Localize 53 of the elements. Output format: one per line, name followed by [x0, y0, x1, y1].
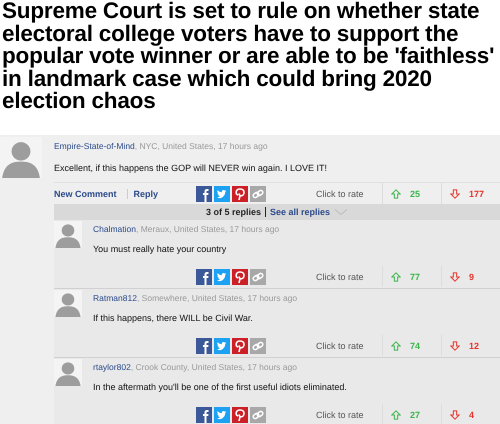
facebook-icon[interactable]: [196, 406, 212, 422]
comment-meta: , Meraux, United States, 17 hours ago: [136, 224, 280, 234]
pinterest-icon[interactable]: [232, 338, 248, 354]
comment-meta: , NYC, United States, 17 hours ago: [134, 141, 268, 151]
downvote-count: 177: [469, 188, 484, 198]
comment-text: Excellent, if this happens the GOP will NEVER win again. I LOVE IT!: [54, 163, 328, 173]
thumbs-up-arrow-icon[interactable]: [391, 340, 401, 350]
thumbs-down-arrow-icon[interactable]: [450, 188, 460, 198]
facebook-icon[interactable]: [196, 338, 212, 354]
comment-meta: , Crook County, United States, 17 hours ago: [130, 362, 297, 372]
see-all-replies-link[interactable]: See all replies: [270, 207, 330, 217]
thumbs-up-arrow-icon[interactable]: [391, 188, 401, 198]
upvote-count: 74: [410, 340, 420, 350]
facebook-icon[interactable]: [196, 268, 212, 284]
author-link[interactable]: Chalmation: [93, 224, 136, 234]
reply-text: If this happens, there WILL be Civil War.: [93, 313, 254, 323]
reply-count: 3 of 5 replies: [206, 207, 261, 217]
link-icon[interactable]: [250, 338, 266, 354]
link-icon[interactable]: [250, 268, 266, 284]
comment-action-link[interactable]: Reply: [126, 188, 168, 198]
rate-label: Click to rate: [316, 410, 365, 420]
article-headline: Supreme Court is set to rule on whether state electoral college voters have to support the popular vote winner or are able to be 'faithless' in landmark case which could bring 2020 election chaos: [0, 0, 500, 135]
reply-text: You must really hate your country: [93, 244, 228, 254]
author-link[interactable]: Empire-State-of-Mind: [54, 141, 135, 151]
thumbs-up-arrow-icon[interactable]: [391, 410, 401, 420]
pinterest-icon[interactable]: [232, 268, 248, 284]
twitter-icon[interactable]: [214, 338, 230, 354]
downvote-count: 4: [469, 410, 474, 420]
author-link[interactable]: Ratman812: [93, 293, 137, 303]
pinterest-icon[interactable]: [232, 186, 248, 202]
pinterest-icon[interactable]: [232, 406, 248, 422]
twitter-icon[interactable]: [214, 268, 230, 284]
upvote-count: 77: [410, 272, 420, 282]
facebook-icon[interactable]: [196, 186, 212, 202]
thumbs-down-arrow-icon[interactable]: [450, 272, 460, 282]
comment-meta: , Somewhere, United States, 17 hours ago: [136, 293, 298, 303]
rate-label: Click to rate: [316, 340, 365, 350]
twitter-icon[interactable]: [214, 406, 230, 422]
link-icon[interactable]: [250, 406, 266, 422]
reply-text: In the aftermath you'll be one of the first useful idiots eliminated.: [93, 382, 348, 392]
author-link[interactable]: rtaylor802: [93, 362, 131, 372]
upvote-count: 27: [410, 410, 420, 420]
comment-action-link[interactable]: New Comment: [54, 188, 127, 198]
thumbs-up-arrow-icon[interactable]: [391, 272, 401, 282]
upvote-count: 25: [410, 188, 420, 198]
downvote-count: 12: [469, 340, 480, 350]
thumbs-down-arrow-icon[interactable]: [450, 410, 460, 420]
rate-label: Click to rate: [316, 272, 365, 282]
thumbs-down-arrow-icon[interactable]: [450, 340, 460, 350]
twitter-icon[interactable]: [214, 186, 230, 202]
rate-label: Click to rate: [316, 188, 365, 198]
downvote-count: 9: [469, 272, 474, 282]
link-icon[interactable]: [250, 186, 266, 202]
